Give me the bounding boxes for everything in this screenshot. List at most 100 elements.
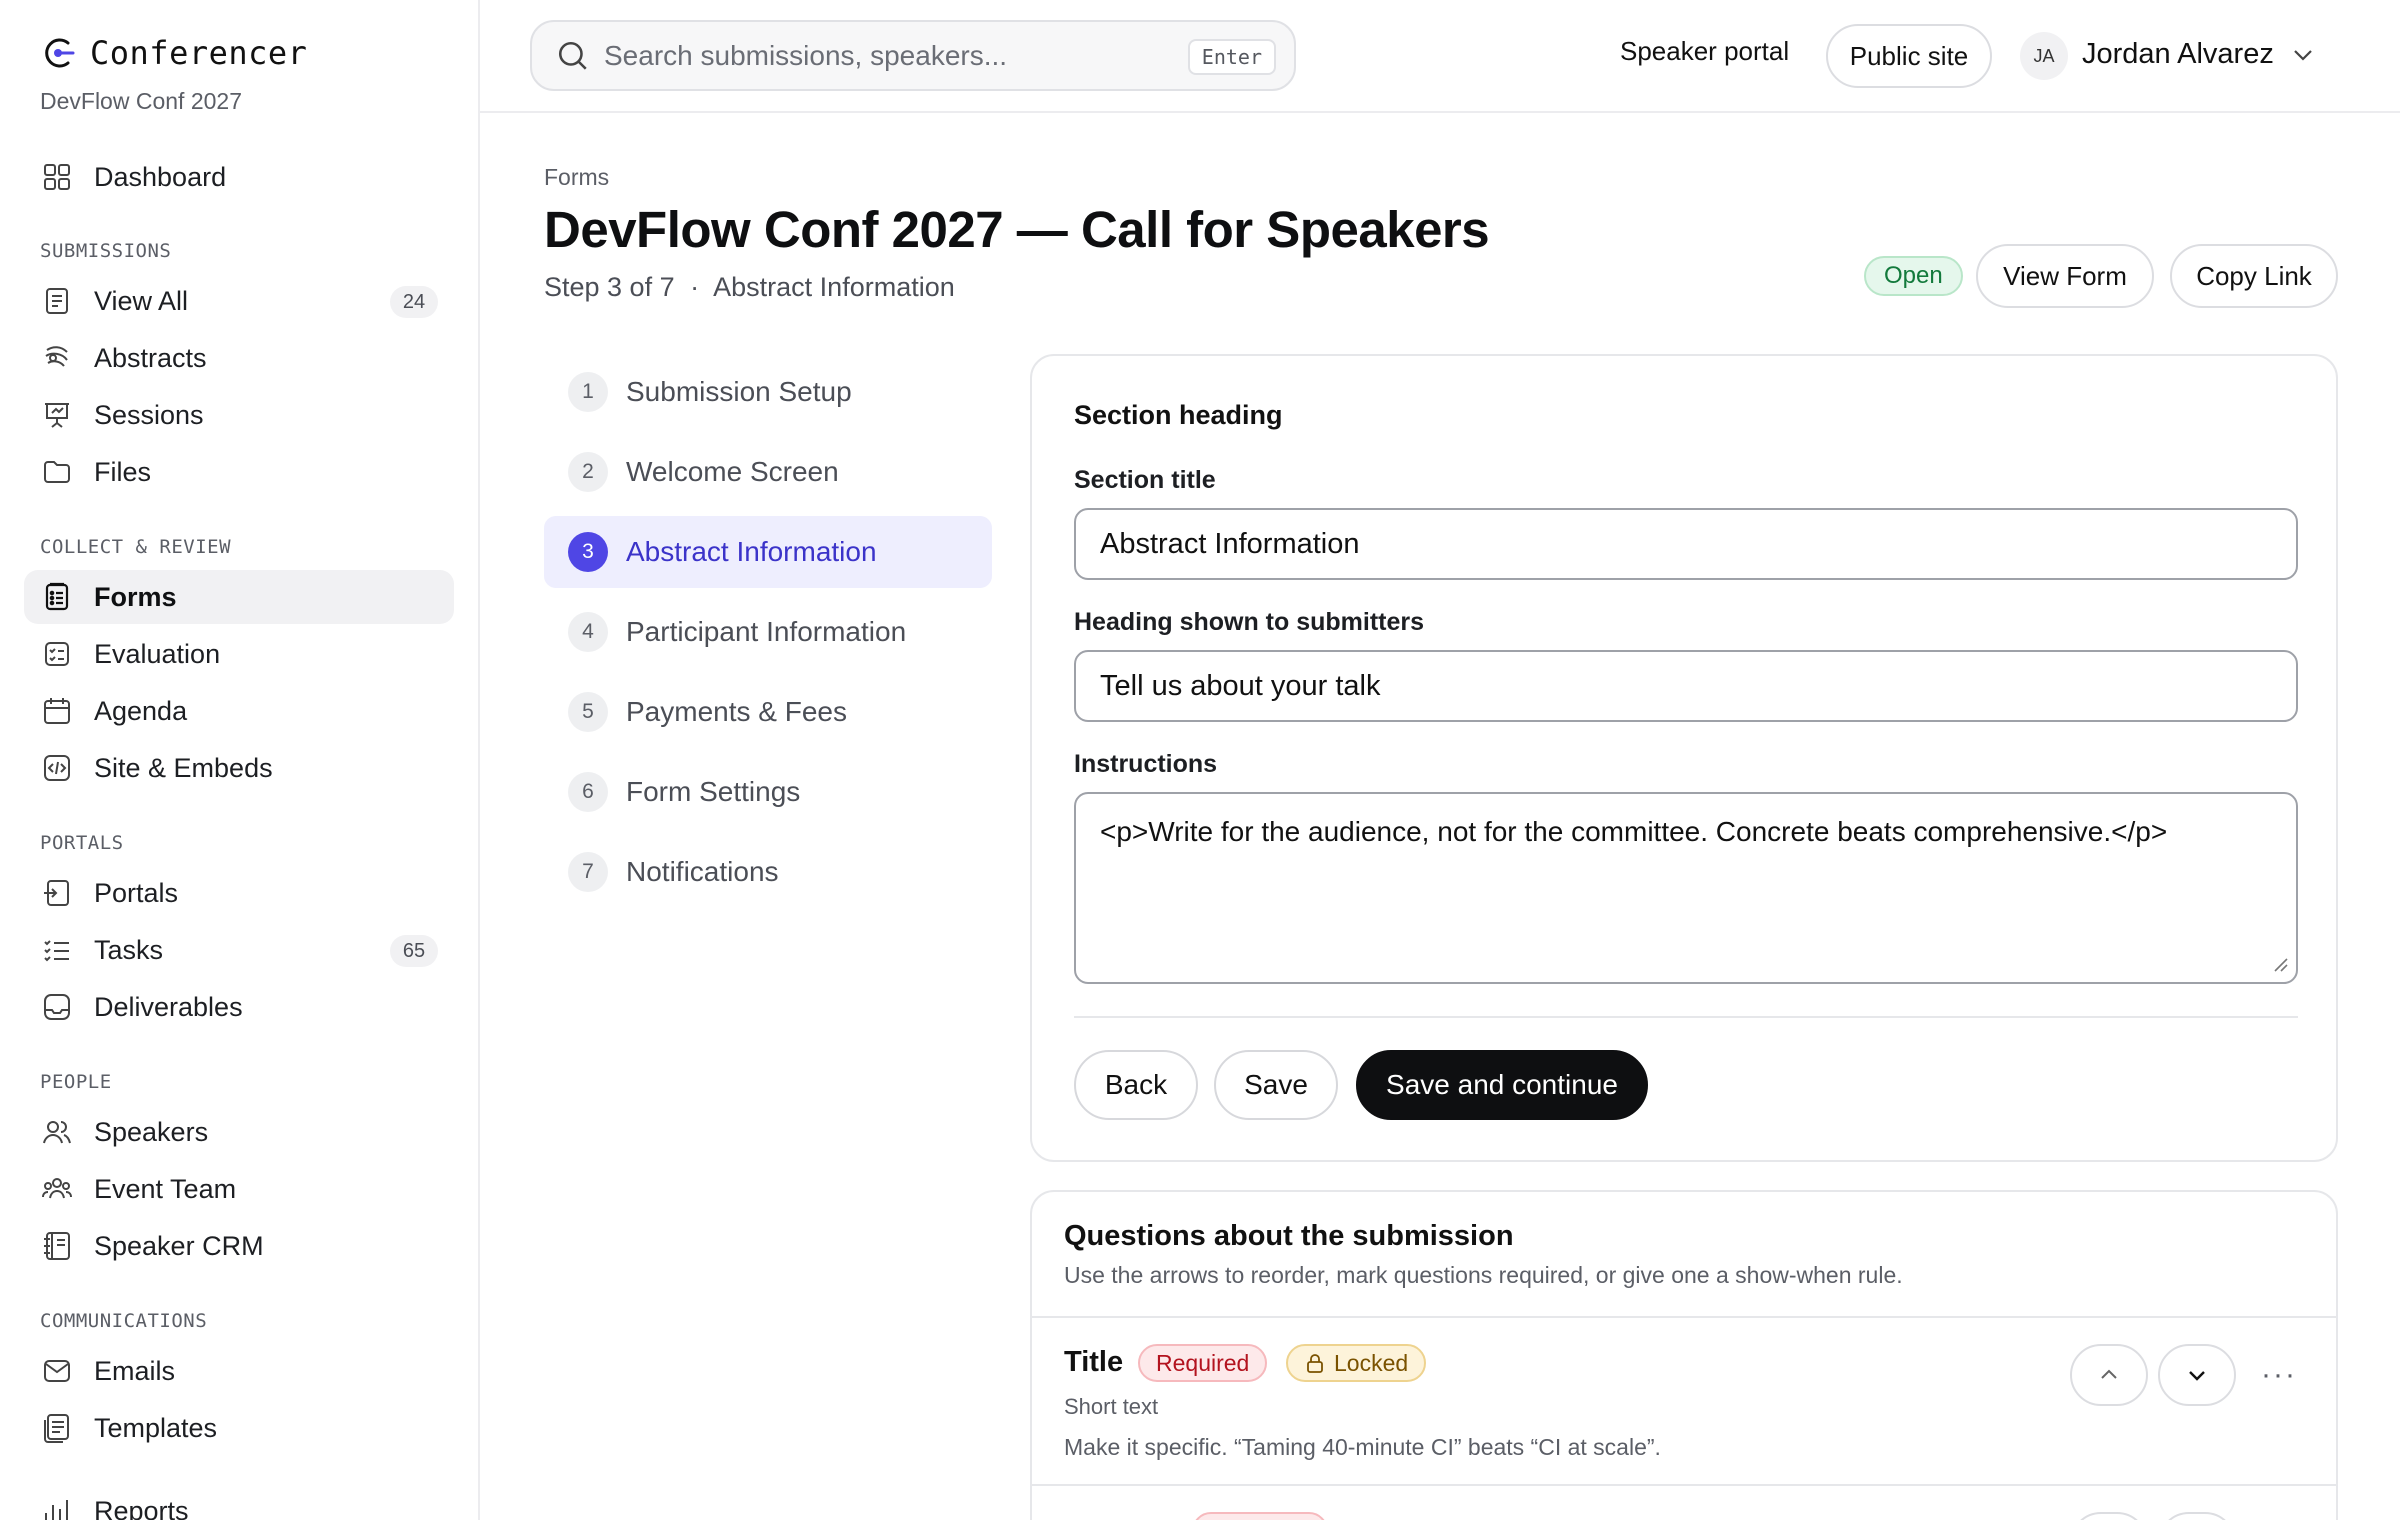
count-badge: 65: [390, 935, 438, 967]
step-label: Welcome Screen: [626, 456, 839, 487]
step-submission-setup[interactable]: 1 Submission Setup: [544, 356, 992, 428]
move-up-button-partial[interactable]: [2070, 1512, 2148, 1520]
chevron-down-icon[interactable]: [2288, 40, 2318, 70]
sidebar-section-communications: COMMUNICATIONS: [40, 1310, 208, 1332]
sidebar-item-view-all[interactable]: View All 24: [24, 274, 454, 328]
sidebar-item-event-team[interactable]: Event Team: [24, 1162, 454, 1216]
sidebar-item-label: Sessions: [94, 399, 204, 430]
sidebar-item-dashboard[interactable]: Dashboard: [24, 150, 454, 204]
submitter-heading-label: Heading shown to submitters: [1074, 608, 1425, 636]
conferencer-logo-icon: [45, 38, 75, 68]
sidebar-item-files[interactable]: Files: [24, 445, 454, 499]
step-number: 4: [568, 612, 608, 652]
save-button[interactable]: Save: [1214, 1050, 1338, 1120]
step-number: 2: [568, 452, 608, 492]
sidebar-item-label: Site & Embeds: [94, 752, 273, 783]
question-help-text: Make it specific. “Taming 40-minute CI” …: [1064, 1434, 1661, 1460]
chevron-up-icon: [2101, 1369, 2117, 1379]
sidebar-item-evaluation[interactable]: Evaluation: [24, 627, 454, 681]
contacts-book-icon: [40, 1229, 74, 1263]
sidebar-item-portals[interactable]: Portals: [24, 866, 454, 920]
sidebar-item-speaker-crm[interactable]: Speaker CRM: [24, 1219, 454, 1273]
sidebar-item-templates[interactable]: Templates: [24, 1401, 454, 1455]
divider: [1032, 1484, 2338, 1486]
section-heading-card: Section heading Section title Heading sh…: [1030, 354, 2338, 1162]
presentation-icon: [40, 398, 74, 432]
more-options-icon[interactable]: ···: [2254, 1350, 2304, 1400]
step-welcome-screen[interactable]: 2 Welcome Screen: [544, 436, 992, 508]
divider: [1032, 1316, 2338, 1318]
inbox-icon: [40, 990, 74, 1024]
move-down-button-partial[interactable]: [2158, 1512, 2236, 1520]
move-down-button[interactable]: [2158, 1344, 2236, 1406]
sidebar-item-sessions[interactable]: Sessions: [24, 388, 454, 442]
bar-chart-icon: [40, 1494, 74, 1520]
count-badge: 24: [390, 286, 438, 318]
step-payments-fees[interactable]: 5 Payments & Fees: [544, 676, 992, 748]
form-list-icon: [40, 580, 74, 614]
sidebar-item-label: Tasks: [94, 934, 164, 965]
sidebar-item-label: Reports: [94, 1495, 189, 1520]
section-title-field[interactable]: [1074, 508, 2298, 580]
locked-label: Locked: [1334, 1349, 1409, 1376]
sidebar-item-label: View All: [94, 285, 189, 316]
step-number: 7: [568, 852, 608, 892]
sidebar-item-agenda[interactable]: Agenda: [24, 684, 454, 738]
step-number: 6: [568, 772, 608, 812]
step-participant-information[interactable]: 4 Participant Information: [544, 596, 992, 668]
section-title-label: Section title: [1074, 466, 1216, 494]
sidebar-item-tasks[interactable]: Tasks 65: [24, 923, 454, 977]
back-button[interactable]: Back: [1074, 1050, 1198, 1120]
sidebar-item-label: Portals: [94, 877, 179, 908]
public-site-button[interactable]: Public site: [1826, 24, 1992, 88]
questions-card: Questions about the submission Use the a…: [1030, 1190, 2338, 1520]
step-number: 3: [568, 532, 608, 572]
locked-badge: Locked: [1286, 1344, 1427, 1382]
resize-handle-icon[interactable]: [2270, 954, 2288, 972]
divider: [1074, 1016, 2298, 1018]
avatar[interactable]: JA: [2020, 32, 2068, 80]
sidebar-item-emails[interactable]: Emails: [24, 1344, 454, 1398]
move-up-button[interactable]: [2070, 1344, 2148, 1406]
speaker-portal-link[interactable]: Speaker portal: [1620, 36, 1789, 67]
tasks-icon: [40, 933, 74, 967]
sidebar-item-label: Dashboard: [94, 161, 227, 192]
sidebar-item-label: Agenda: [94, 695, 188, 726]
sidebar-item-deliverables[interactable]: Deliverables: [24, 980, 454, 1034]
event-name: DevFlow Conf 2027: [40, 88, 242, 114]
save-and-continue-button[interactable]: Save and continue: [1356, 1050, 1648, 1120]
step-number: 1: [568, 372, 608, 412]
sidebar-item-reports[interactable]: Reports: [24, 1484, 454, 1520]
step-form-settings[interactable]: 6 Form Settings: [544, 756, 992, 828]
sidebar-item-label: Files: [94, 456, 152, 487]
sidebar-item-label: Evaluation: [94, 638, 221, 669]
step-abstract-information[interactable]: 3 Abstract Information: [544, 516, 992, 588]
sidebar-item-abstracts[interactable]: Abstracts: [24, 331, 454, 385]
page-title: DevFlow Conf 2027 — Call for Speakers: [544, 201, 1490, 258]
question-type: Short text: [1064, 1394, 1159, 1419]
sidebar-item-site-embeds[interactable]: Site & Embeds: [24, 741, 454, 795]
code-icon: [40, 751, 74, 785]
step-number: 5: [568, 692, 608, 732]
sidebar-item-speakers[interactable]: Speakers: [24, 1105, 454, 1159]
user-name[interactable]: Jordan Alvarez: [2082, 38, 2274, 71]
search-box[interactable]: Enter: [530, 20, 1296, 91]
view-form-button[interactable]: View Form: [1976, 244, 2154, 308]
dashboard-grid-icon: [40, 160, 74, 194]
questions-card-title: Questions about the submission: [1064, 1220, 1514, 1252]
card-heading: Section heading: [1074, 400, 1283, 430]
instructions-textarea[interactable]: <p>Write for the audience, not for the c…: [1074, 792, 2298, 984]
topbar: Enter Speaker portal Public site JA Jord…: [480, 0, 2400, 113]
submitter-heading-field[interactable]: [1074, 650, 2298, 722]
step-label: Form Settings: [626, 776, 801, 807]
checklist-icon: [40, 637, 74, 671]
step-notifications[interactable]: 7 Notifications: [544, 836, 992, 908]
sidebar-item-label: Speaker CRM: [94, 1230, 264, 1261]
brand[interactable]: Conferencer: [40, 34, 307, 72]
search-input[interactable]: [604, 39, 1164, 72]
copy-link-button[interactable]: Copy Link: [2170, 244, 2338, 308]
search-shortcut-hint: Enter: [1187, 39, 1276, 75]
breadcrumb[interactable]: Forms: [544, 164, 609, 191]
search-icon: [558, 41, 587, 70]
sidebar-item-forms[interactable]: Forms: [24, 570, 454, 624]
